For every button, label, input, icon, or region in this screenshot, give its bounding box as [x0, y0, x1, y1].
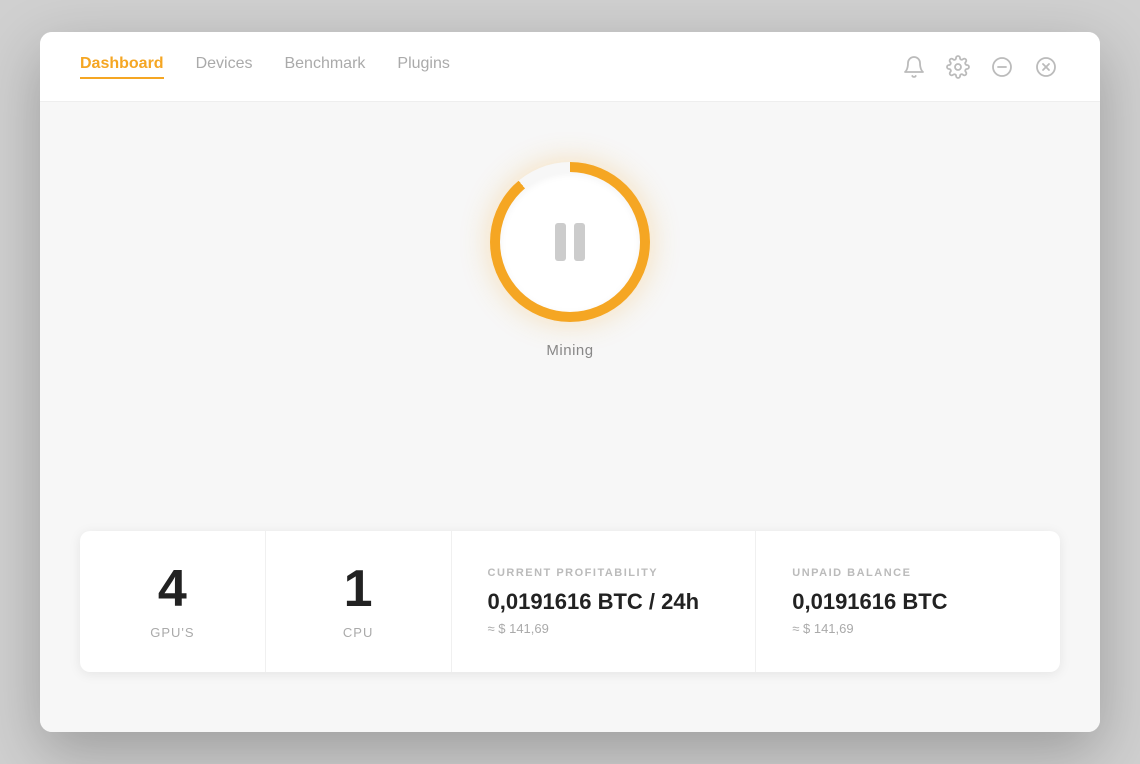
pause-bar-right: [574, 223, 585, 261]
close-icon[interactable]: [1032, 53, 1060, 81]
notification-icon[interactable]: [900, 53, 928, 81]
stats-row: 4 GPU'S 1 CPU CURRENT PROFITABILITY 0,01…: [80, 531, 1060, 672]
nav-item-devices[interactable]: Devices: [196, 55, 253, 79]
mining-status-label: Mining: [546, 342, 593, 359]
profitability-sub: ≈ $ 141,69: [488, 621, 720, 636]
header: Dashboard Devices Benchmark Plugins: [40, 32, 1100, 102]
stat-gpus: 4 GPU'S: [80, 531, 266, 672]
header-icons: [900, 53, 1060, 81]
nav-item-dashboard[interactable]: Dashboard: [80, 55, 164, 79]
mining-button[interactable]: [490, 162, 650, 322]
minimize-icon[interactable]: [988, 53, 1016, 81]
balance-label: UNPAID BALANCE: [792, 567, 1024, 579]
profitability-label: CURRENT PROFITABILITY: [488, 567, 720, 579]
profitability-value: 0,0191616 BTC / 24h: [488, 589, 720, 615]
nav-item-benchmark[interactable]: Benchmark: [284, 55, 365, 79]
pause-bar-left: [555, 223, 566, 261]
mining-section: Mining: [490, 162, 650, 359]
stat-cpu: 1 CPU: [266, 531, 452, 672]
gpu-count-label: GPU'S: [150, 625, 194, 640]
bottom-bar: [40, 702, 1100, 732]
stat-balance: UNPAID BALANCE 0,0191616 BTC ≈ $ 141,69: [756, 531, 1060, 672]
nav-item-plugins[interactable]: Plugins: [397, 55, 449, 79]
settings-icon[interactable]: [944, 53, 972, 81]
main-nav: Dashboard Devices Benchmark Plugins: [80, 55, 450, 79]
main-content: Mining 4 GPU'S 1 CPU CURRENT PROFITABILI…: [40, 102, 1100, 702]
cpu-count-label: CPU: [343, 625, 373, 640]
balance-value: 0,0191616 BTC: [792, 589, 1024, 615]
cpu-count-value: 1: [344, 563, 373, 615]
stat-profitability: CURRENT PROFITABILITY 0,0191616 BTC / 24…: [452, 531, 757, 672]
pause-icon: [555, 223, 585, 261]
app-window: Dashboard Devices Benchmark Plugins: [40, 32, 1100, 732]
balance-sub: ≈ $ 141,69: [792, 621, 1024, 636]
gpu-count-value: 4: [158, 563, 187, 615]
